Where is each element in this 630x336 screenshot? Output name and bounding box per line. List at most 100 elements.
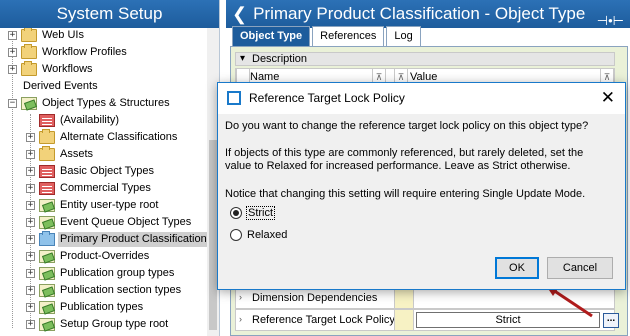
object-type-icon xyxy=(39,318,55,331)
setup-tree: + Web UIs + Workflow Profiles + Workflows Deri… xyxy=(0,28,207,336)
expand-icon[interactable]: › xyxy=(239,292,242,302)
expand-icon[interactable]: + xyxy=(26,201,35,210)
collapse-icon[interactable]: − xyxy=(8,99,17,108)
tree-scrollbar-thumb[interactable] xyxy=(209,140,217,330)
tree-item-label: Publication types xyxy=(60,301,144,313)
tree-item[interactable]: + Web UIs xyxy=(8,28,86,44)
edit-lock-policy-button[interactable]: ... xyxy=(603,313,619,328)
expand-icon[interactable]: + xyxy=(26,320,35,329)
radio-button-strict[interactable] xyxy=(230,207,242,219)
radio-label-relaxed[interactable]: Relaxed xyxy=(247,229,287,241)
tree-item-label: Workflow Profiles xyxy=(42,46,127,58)
inherited-marker xyxy=(394,310,414,330)
expand-icon[interactable]: + xyxy=(26,133,35,142)
list-icon xyxy=(39,182,55,195)
expand-icon[interactable]: + xyxy=(26,167,35,176)
tree-item-label: Entity user-type root xyxy=(60,199,159,211)
cancel-button[interactable]: Cancel xyxy=(547,257,613,279)
radio-button-relaxed[interactable] xyxy=(230,229,242,241)
dialog-notice: Notice that changing this setting will r… xyxy=(225,188,586,200)
description-section-header[interactable]: Description xyxy=(235,52,615,66)
back-arrow-icon[interactable]: ❮ xyxy=(232,0,247,28)
tree-item[interactable]: + Workflow Profiles xyxy=(8,44,129,61)
radio-relaxed[interactable]: Relaxed xyxy=(230,229,287,241)
tree-item-label: Event Queue Object Types xyxy=(60,216,192,228)
close-icon[interactable]: ✕ xyxy=(601,88,615,108)
folder-icon xyxy=(21,44,37,59)
tree-item-label: Derived Events xyxy=(23,80,98,92)
tree-item[interactable]: − Object Types & Structures xyxy=(8,95,172,112)
dialog-question: Do you want to change the reference targ… xyxy=(225,120,589,132)
tree-item-label: Alternate Classifications xyxy=(60,131,178,143)
classification-folder-icon xyxy=(39,231,55,246)
expand-icon[interactable]: + xyxy=(26,184,35,193)
radio-strict[interactable]: Strict xyxy=(230,206,276,220)
editor-tabs: Object Type References Log xyxy=(232,26,423,46)
dialog-explanation: If objects of this type are commonly ref… xyxy=(225,147,584,172)
tree-item[interactable]: + Setup Group type root xyxy=(26,316,170,333)
tree-item[interactable]: + Alternate Classifications xyxy=(26,129,179,146)
folder-icon xyxy=(39,129,55,144)
expand-icon[interactable]: › xyxy=(239,314,242,324)
tree-item-label: Basic Object Types xyxy=(60,165,154,177)
tree-item[interactable]: + Event Queue Object Types xyxy=(26,214,193,231)
tree-item-label: Commercial Types xyxy=(60,182,151,194)
object-type-icon xyxy=(39,267,55,280)
window-icon xyxy=(227,91,241,105)
pin-icon[interactable]: ⊣•⊢ xyxy=(597,7,624,35)
tree-item-label: Publication group types xyxy=(60,267,175,279)
tree-item[interactable]: + Basic Object Types xyxy=(26,163,156,180)
tree-item[interactable]: Derived Events xyxy=(8,78,100,95)
tree-item[interactable]: + Publication section types xyxy=(26,282,183,299)
table-row[interactable]: › Dimension Dependencies xyxy=(235,287,615,309)
tree-item[interactable]: + Commercial Types xyxy=(26,180,153,197)
ok-button[interactable]: OK xyxy=(495,257,539,279)
editor-title: Primary Product Classification - Object … xyxy=(253,4,586,23)
tab-object-type[interactable]: Object Type xyxy=(232,26,311,46)
expand-icon[interactable]: + xyxy=(26,286,35,295)
tree-item-label: Object Types & Structures xyxy=(42,97,170,109)
dialog-titlebar: Reference Target Lock Policy ✕ xyxy=(218,83,625,114)
table-row[interactable]: › Reference Target Lock Policy Strict ..… xyxy=(235,309,619,331)
expand-icon[interactable]: + xyxy=(26,235,35,244)
expand-icon[interactable]: + xyxy=(26,150,35,159)
tree-item-label: Web UIs xyxy=(42,29,84,41)
object-type-icon xyxy=(39,284,55,297)
tree-item-label: Setup Group type root xyxy=(60,318,169,330)
tab-references[interactable]: References xyxy=(312,26,385,46)
expand-icon[interactable]: + xyxy=(26,269,35,278)
object-type-icon xyxy=(39,301,55,314)
tab-log[interactable]: Log xyxy=(386,26,421,46)
object-type-icon xyxy=(21,97,37,110)
tree-item[interactable]: + Publication group types xyxy=(26,265,176,282)
tree-item[interactable]: + Primary Product Classification xyxy=(26,231,207,248)
object-type-icon xyxy=(39,216,55,229)
folder-icon xyxy=(21,28,37,42)
object-type-icon xyxy=(39,250,55,263)
expand-icon[interactable]: + xyxy=(8,48,17,57)
tree-item[interactable]: + Assets xyxy=(26,146,95,163)
expand-icon[interactable]: + xyxy=(26,303,35,312)
list-icon xyxy=(39,165,55,178)
tree-item-label: Publication section types xyxy=(60,284,182,296)
tree-item[interactable]: + Workflows xyxy=(8,61,95,78)
tree-item[interactable]: (Availability) xyxy=(26,112,121,129)
expand-icon[interactable]: + xyxy=(8,31,17,40)
tree-item-label: (Availability) xyxy=(60,114,120,126)
property-name: Dimension Dependencies xyxy=(252,292,378,304)
lock-policy-value[interactable]: Strict xyxy=(416,312,600,328)
tree-item[interactable]: + Entity user-type root xyxy=(26,197,160,214)
list-icon xyxy=(39,114,55,127)
system-setup-title: System Setup xyxy=(0,0,219,28)
expand-icon[interactable]: + xyxy=(8,65,17,74)
system-setup-panel: System Setup + Web UIs + Workflow Profiles +… xyxy=(0,0,220,336)
expand-icon[interactable]: + xyxy=(26,218,35,227)
expand-icon[interactable]: + xyxy=(26,252,35,261)
folder-icon xyxy=(39,146,55,161)
dialog-title: Reference Target Lock Policy xyxy=(249,91,405,105)
tree-item-label: Workflows xyxy=(42,63,93,75)
tree-item-label: Primary Product Classification xyxy=(58,232,207,247)
tree-item[interactable]: + Product-Overrides xyxy=(26,248,151,265)
tree-item[interactable]: + Publication types xyxy=(26,299,145,316)
radio-label-strict[interactable]: Strict xyxy=(245,206,276,220)
